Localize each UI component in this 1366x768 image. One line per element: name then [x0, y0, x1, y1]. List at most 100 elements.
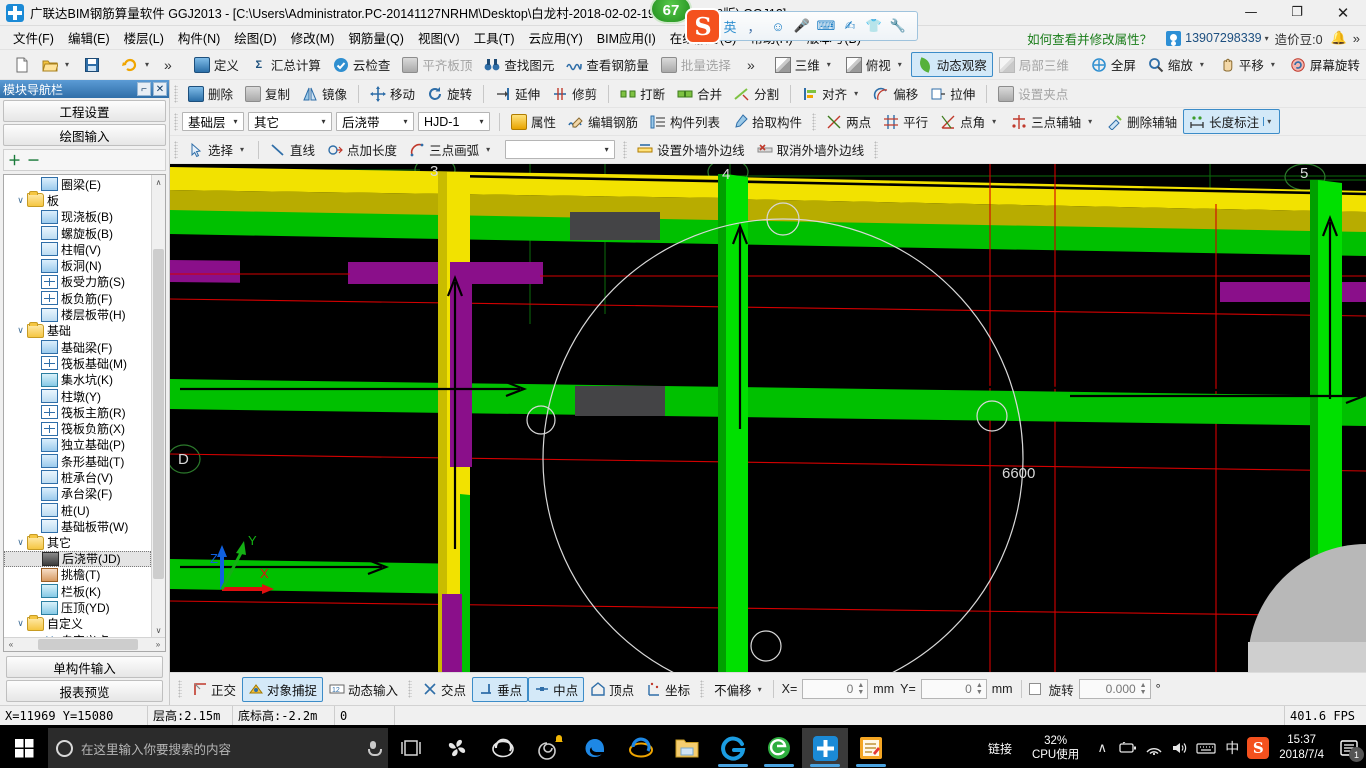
y-offset-input[interactable]: 0 ▲ ▼ [920, 679, 987, 699]
draw-toolbar-grip-2[interactable] [623, 140, 628, 159]
sogou-tray-icon[interactable]: S [1245, 728, 1271, 768]
taskbar-app-spiral[interactable] [526, 728, 572, 768]
tree-scroll-up-button[interactable]: ∧ [151, 175, 165, 189]
rotate-checkbox[interactable] [1028, 683, 1041, 695]
select-tool-chevron-down-icon[interactable]: ▾ [237, 145, 247, 154]
tree-item[interactable]: 栏板(K) [4, 583, 151, 599]
ime-voice-icon[interactable]: 🎤 [791, 15, 813, 37]
draw-style-combo-chevron-down-icon[interactable]: ▾ [599, 141, 614, 158]
tree-scroll-thumb[interactable] [153, 249, 164, 579]
rotate-stepper[interactable]: ▲ ▼ [1140, 682, 1147, 696]
tree-item[interactable]: 压顶(YD) [4, 599, 151, 615]
show-hidden-icons-button[interactable]: ∧ [1089, 728, 1115, 768]
tree-expander-icon[interactable]: ∨ [14, 195, 27, 206]
panel-pin-icon[interactable]: ⌐ [137, 82, 151, 96]
zoom-button[interactable]: 缩放 ▾ [1142, 52, 1213, 77]
sogou-logo-icon[interactable]: S [685, 8, 721, 44]
floor-combo-chevron-down-icon[interactable]: ▾ [228, 113, 243, 130]
trim-button[interactable]: 修剪 [546, 81, 603, 106]
midpoint-snap[interactable]: 中点 [528, 676, 585, 702]
volume-icon[interactable] [1167, 728, 1193, 768]
panel-close-icon[interactable]: ✕ [153, 82, 167, 96]
action-center-button[interactable]: 1 [1332, 728, 1366, 768]
taskbar-app-ie[interactable] [618, 728, 664, 768]
tree-item[interactable]: 挑檐(T) [4, 567, 151, 583]
undo-button[interactable]: ▾ [116, 54, 158, 76]
coordinate-snap[interactable]: 坐标 [640, 677, 696, 702]
taskbar-app-notes[interactable] [848, 728, 894, 768]
tree-item[interactable]: 承台梁(F) [4, 486, 151, 502]
tree-expander-icon[interactable]: ∨ [14, 325, 27, 336]
menu-rebar-qty[interactable]: 钢筋量(Q) [341, 26, 411, 49]
set-outer-wall-line-button[interactable]: 设置外墙外边线 [631, 137, 751, 162]
cpu-usage-widget[interactable]: 32% CPU使用 [1022, 734, 1089, 762]
category-combo-chevron-down-icon[interactable]: ▾ [316, 113, 331, 130]
y-offset-stepper[interactable]: ▲ ▼ [976, 682, 983, 696]
taskbar-app-fan[interactable] [434, 728, 480, 768]
minimize-button[interactable]: — [1228, 0, 1274, 26]
tree-item[interactable]: ∨ 自定义 [4, 614, 151, 632]
dynamic-observe-button[interactable]: 动态观察 [910, 52, 993, 77]
notification-bell-icon[interactable]: 🔔 [1331, 30, 1347, 46]
menu-view[interactable]: 视图(V) [411, 26, 467, 49]
member-type-combo[interactable]: 后浇带 ▾ [336, 112, 414, 131]
full-screen-button[interactable]: 全屏 [1085, 52, 1142, 77]
tree-item[interactable]: 筏板主筋(R) [4, 404, 151, 420]
sogou-ime-bar[interactable]: S 英 ， ☺ 🎤 ⌨ ✍ 👕 🔧 [685, 8, 918, 44]
two-point-axis-button[interactable]: 两点 [820, 109, 877, 134]
view-top-button[interactable]: 俯视 ▾ [840, 52, 911, 77]
link-label[interactable]: 链接 [978, 740, 1022, 757]
perpendicular-snap[interactable]: 垂点 [472, 676, 529, 702]
start-button[interactable] [0, 728, 48, 768]
taskbar-app-green-e[interactable] [756, 728, 802, 768]
tree-scroll-left-button[interactable]: « [4, 638, 18, 652]
point-plus-length-button[interactable]: 点加长度 [321, 137, 403, 162]
extend-button[interactable]: 延伸 [489, 81, 546, 106]
align-button[interactable]: 对齐 ▾ [796, 81, 867, 106]
tree-vertical-scrollbar[interactable]: ∧ ∨ [151, 175, 165, 637]
screen-rotate-button[interactable]: 屏幕旋转 ▾ [1284, 52, 1366, 77]
component-tree[interactable]: 圈梁(E) ∨ 板现浇板(B) 螺旋板(B) 柱帽(V) 板洞(N) 板受力筋(S) 板负筋(… [4, 175, 151, 637]
summary-calc-button[interactable]: Σ 汇总计算 [245, 52, 327, 77]
ime-lang-toggle-icon[interactable]: 英 [719, 15, 741, 37]
edit-rebar-button[interactable]: 编辑钢筋 [562, 109, 644, 134]
delete-aux-axis-button[interactable]: 删除辅轴 [1101, 109, 1183, 134]
tree-expander-icon[interactable]: ∨ [14, 618, 27, 629]
menu-member[interactable]: 构件(N) [171, 26, 227, 49]
menu-overflow-icon[interactable]: » [1353, 31, 1360, 46]
maximize-restore-button[interactable]: ❐ [1274, 0, 1320, 26]
microphone-icon[interactable] [366, 740, 382, 756]
menu-floor[interactable]: 楼层(L) [117, 26, 171, 49]
stretch-button[interactable]: 拉伸 [924, 81, 981, 106]
properties-button[interactable]: 属性 [505, 109, 562, 134]
undo-chevron-down-icon[interactable]: ▾ [142, 60, 152, 69]
clock-widget[interactable]: 15:37 2018/7/4 [1271, 733, 1332, 763]
new-file-button[interactable] [8, 54, 36, 76]
cancel-outer-wall-line-button[interactable]: 取消外墙外边线 [751, 137, 871, 162]
search-box[interactable]: 在这里输入你要搜索的内容 [48, 728, 388, 768]
tree-item[interactable]: 柱墩(Y) [4, 388, 151, 404]
wifi-icon[interactable] [1141, 728, 1167, 768]
menu-draw[interactable]: 绘图(D) [227, 26, 283, 49]
snapbar-grip-2[interactable] [408, 680, 413, 698]
zoom-chevron-down-icon[interactable]: ▾ [1197, 60, 1207, 69]
tree-item[interactable]: 楼层板带(H) [4, 306, 151, 322]
snapbar-grip-3[interactable] [700, 680, 705, 698]
open-file-chevron-down-icon[interactable]: ▾ [62, 60, 72, 69]
tree-expander-icon[interactable]: ∨ [14, 537, 27, 548]
open-file-button[interactable]: ▾ [36, 54, 78, 76]
menu-edit[interactable]: 编辑(E) [61, 26, 117, 49]
keyboard-icon[interactable] [1193, 728, 1219, 768]
taskbar-app-edge[interactable] [572, 728, 618, 768]
set-grip-button[interactable]: 设置夹点 [992, 81, 1074, 106]
parallel-axis-button[interactable]: 平行 [877, 109, 934, 134]
vertex-snap[interactable]: 顶点 [584, 677, 640, 702]
cortana-icon[interactable] [56, 739, 73, 757]
component-toolbar-grip[interactable] [174, 112, 178, 131]
tree-item[interactable]: 条形基础(T) [4, 453, 151, 469]
edit-toolbar-grip[interactable] [174, 84, 178, 103]
view-3d-button[interactable]: 三维 ▾ [769, 52, 840, 77]
pan-button[interactable]: 平移 ▾ [1213, 52, 1284, 77]
align-slab-top-button[interactable]: 平齐板顶 [396, 52, 478, 77]
tree-hscroll-thumb[interactable] [38, 639, 138, 650]
